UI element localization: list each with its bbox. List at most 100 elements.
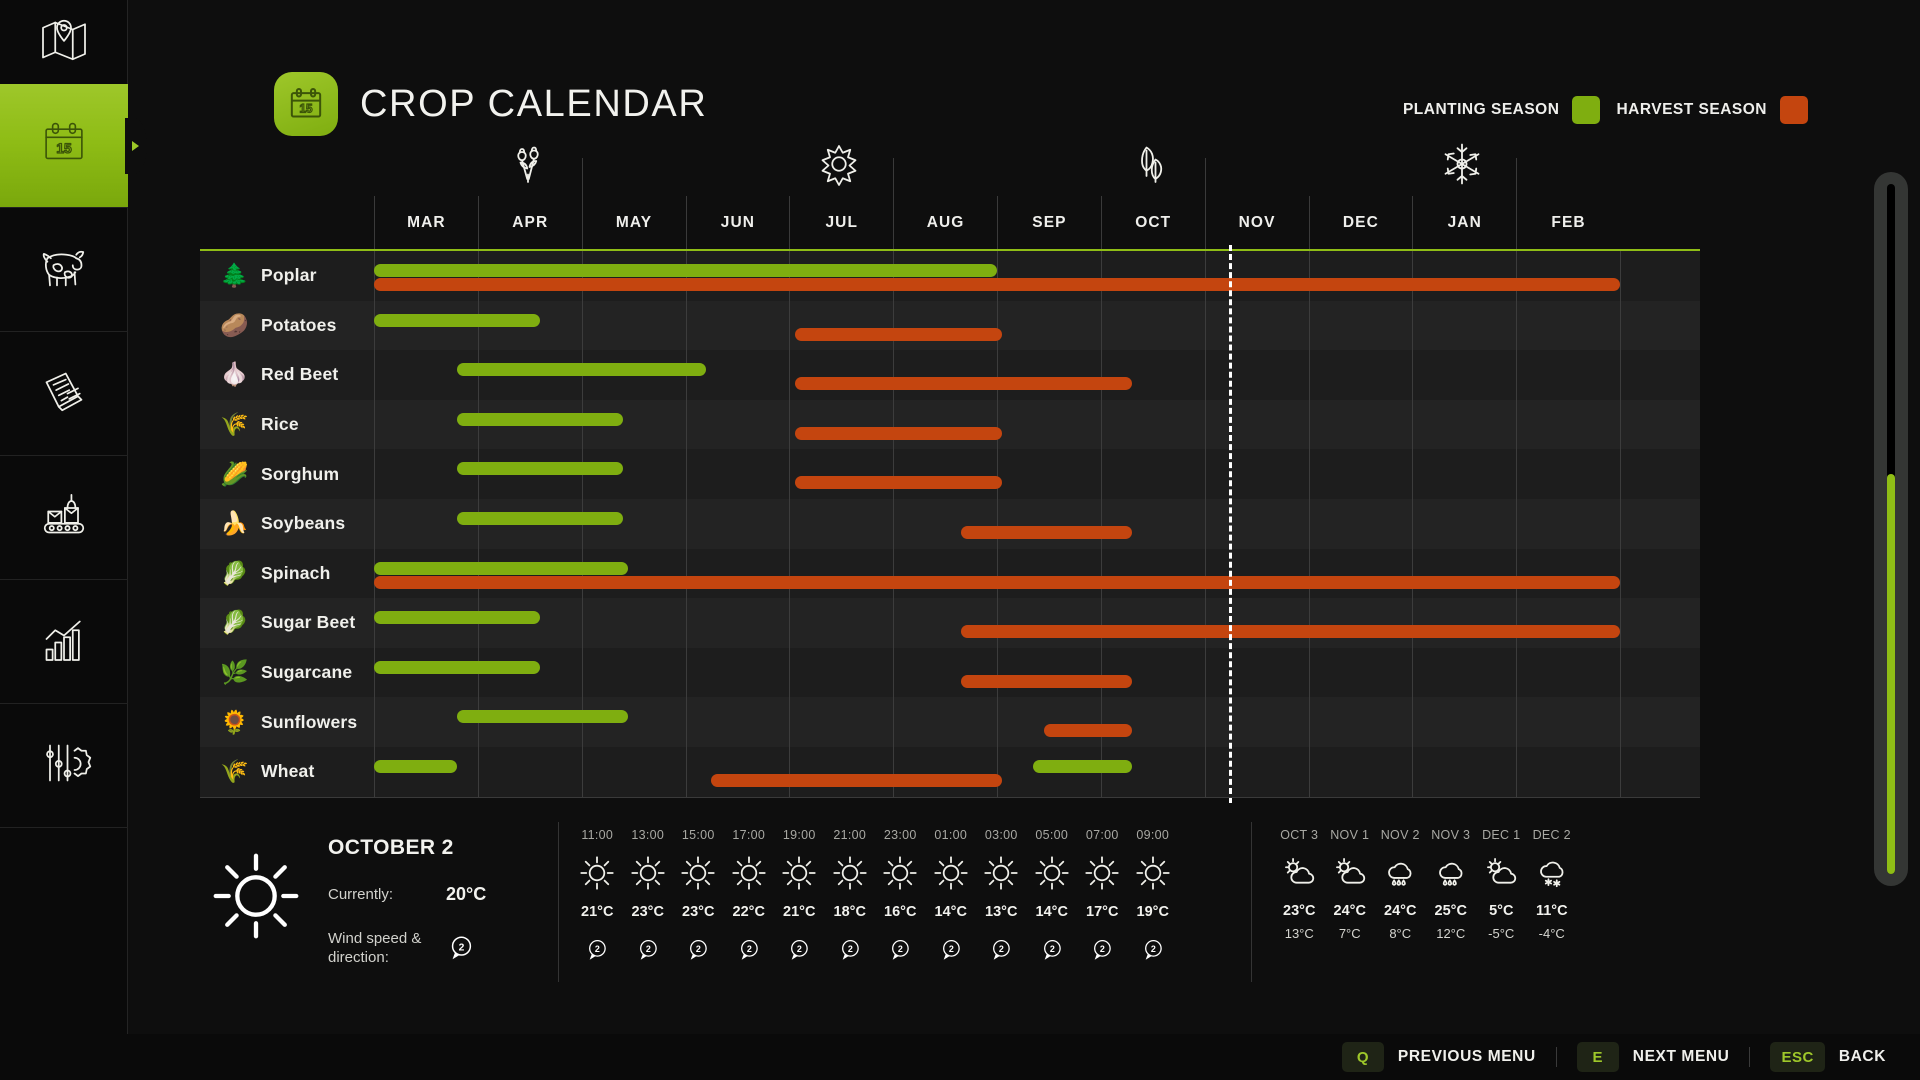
hourly-forecast-item: 07:00 17°C 2 [1077,828,1128,968]
svg-text:2: 2 [459,943,465,954]
harvest-bar[interactable] [1043,724,1132,738]
keybind-next-menu[interactable]: E NEXT MENU [1576,1042,1730,1072]
svg-text:2: 2 [898,944,903,954]
crop-name: Soybeans [261,513,346,534]
harvest-bar[interactable] [960,674,1132,688]
harvest-bar[interactable] [794,476,1003,490]
keybind-back[interactable]: ESC BACK [1770,1042,1886,1072]
day-name: OCT 3 [1280,828,1319,842]
gantt-bars [374,251,1620,797]
crop-icon: 🌽 [220,460,249,487]
hourly-forecast-item: 15:00 23°C 2 [673,828,724,968]
month-header-may: MAY [581,196,686,250]
hour-temp: 14°C [934,904,967,920]
season-separator [893,158,895,196]
sidebar-item-calendar[interactable]: 15 [0,84,128,208]
harvest-bar[interactable] [711,774,1003,787]
conveyor-icon [36,487,92,548]
crop-label-sugar-beet: 🥬 Sugar Beet [220,598,355,648]
planting-bar[interactable] [374,264,997,277]
day-high: 23°C [1283,903,1316,919]
sun-icon [882,855,918,891]
planting-bar[interactable] [374,313,541,327]
hour-temp: 14°C [1035,904,1068,920]
currently-value: 20°C [446,884,487,904]
scrollbar-thumb[interactable] [1887,474,1895,874]
daily-forecast-item: OCT 3 23°C 13°C [1274,828,1325,941]
season-separator [1204,158,1206,196]
vertical-scrollbar[interactable] [1874,172,1908,886]
wind-direction-icon: 2 [1089,937,1115,968]
svg-text:2: 2 [1100,944,1105,954]
sidebar-item-livestock[interactable] [0,208,128,332]
planting-bar[interactable] [374,611,541,625]
planting-bar[interactable] [457,363,707,377]
planting-bar[interactable] [457,710,629,724]
sun-cloud-icon [1277,853,1321,891]
sun-icon [781,855,817,891]
wind-direction-icon: 2 [1140,937,1166,968]
planting-bar[interactable] [457,412,624,426]
crop-name: Sorghum [261,463,340,484]
keybind-separator [1749,1047,1751,1067]
sun-icon [1034,855,1070,891]
hourly-forecast-item: 19:00 21°C 2 [774,828,825,968]
planting-bar[interactable] [1033,760,1132,773]
day-name: NOV 1 [1330,828,1370,842]
harvest-bar[interactable] [374,278,1620,291]
hour-temp: 23°C [631,904,664,920]
harvest-bar[interactable] [794,377,1132,391]
harvest-bar[interactable] [960,526,1132,539]
harvest-bar[interactable] [794,327,1003,341]
hour-temp: 13°C [985,904,1018,920]
sidebar-item-map[interactable] [0,0,128,84]
sidebar-item-documents[interactable] [0,332,128,456]
grid-bottom-divider [200,797,1700,798]
svg-text:2: 2 [999,944,1004,954]
sun-icon [579,855,615,891]
sun-cloud-icon [1328,853,1372,891]
weather-divider-2 [1251,822,1252,982]
scrollbar-track[interactable] [1887,184,1895,874]
crop-name: Wheat [261,761,315,782]
planting-bar[interactable] [374,561,629,575]
hour-temp: 18°C [833,904,866,920]
sun-icon [731,855,767,891]
crop-label-sunflowers: 🌻 Sunflowers [220,697,357,747]
wind-direction-icon: 2 [736,937,762,968]
hourly-forecast-item: 21:00 18°C 2 [825,828,876,968]
month-header-aug: AUG [893,196,997,250]
planting-bar[interactable] [374,760,458,773]
hourly-forecast: 11:00 21°C 2 13:00 23°C 2 15:00 23°C 2 17:00 22°C 2… [572,828,1178,968]
planting-bar[interactable] [457,462,624,476]
hour-time: 15:00 [681,828,715,842]
sidebar-item-production[interactable] [0,456,128,580]
crop-name: Sugar Beet [261,612,356,633]
crop-name: Spinach [261,562,331,583]
rain-cloud-icon [1378,853,1422,891]
crop-icon: 🌻 [220,708,249,735]
keybind-previous-menu[interactable]: Q PREVIOUS MENU [1341,1042,1536,1072]
planting-bar[interactable] [374,660,541,674]
sidebar-item-statistics[interactable] [0,580,128,704]
keybind-label: BACK [1838,1048,1886,1065]
day-high: 24°C [1333,903,1366,919]
hour-time: 17:00 [732,828,766,842]
svg-text:2: 2 [1050,944,1055,954]
svg-text:15: 15 [56,140,72,156]
leaves-icon [1127,140,1179,192]
harvest-bar[interactable] [794,426,1003,440]
wind-direction-icon: 2 [584,937,610,968]
currently-row: Currently: 20°C [328,884,486,905]
daily-forecast-item: NOV 3 25°C 12°C [1426,828,1477,941]
wind-direction-icon: 2 [786,937,812,968]
crop-name: Poplar [261,265,317,286]
planting-bar[interactable] [457,512,624,525]
month-header-row: MAR APR MAY JUN JUL AUG SEP OCT NOV DEC JAN FEB [374,196,1620,250]
keybind-key: ESC [1770,1042,1825,1072]
harvest-bar[interactable] [960,625,1620,639]
day-high: 5°C [1489,903,1514,919]
svg-text:2: 2 [595,944,600,954]
sidebar-item-settings[interactable] [0,704,128,828]
harvest-bar[interactable] [374,575,1620,589]
